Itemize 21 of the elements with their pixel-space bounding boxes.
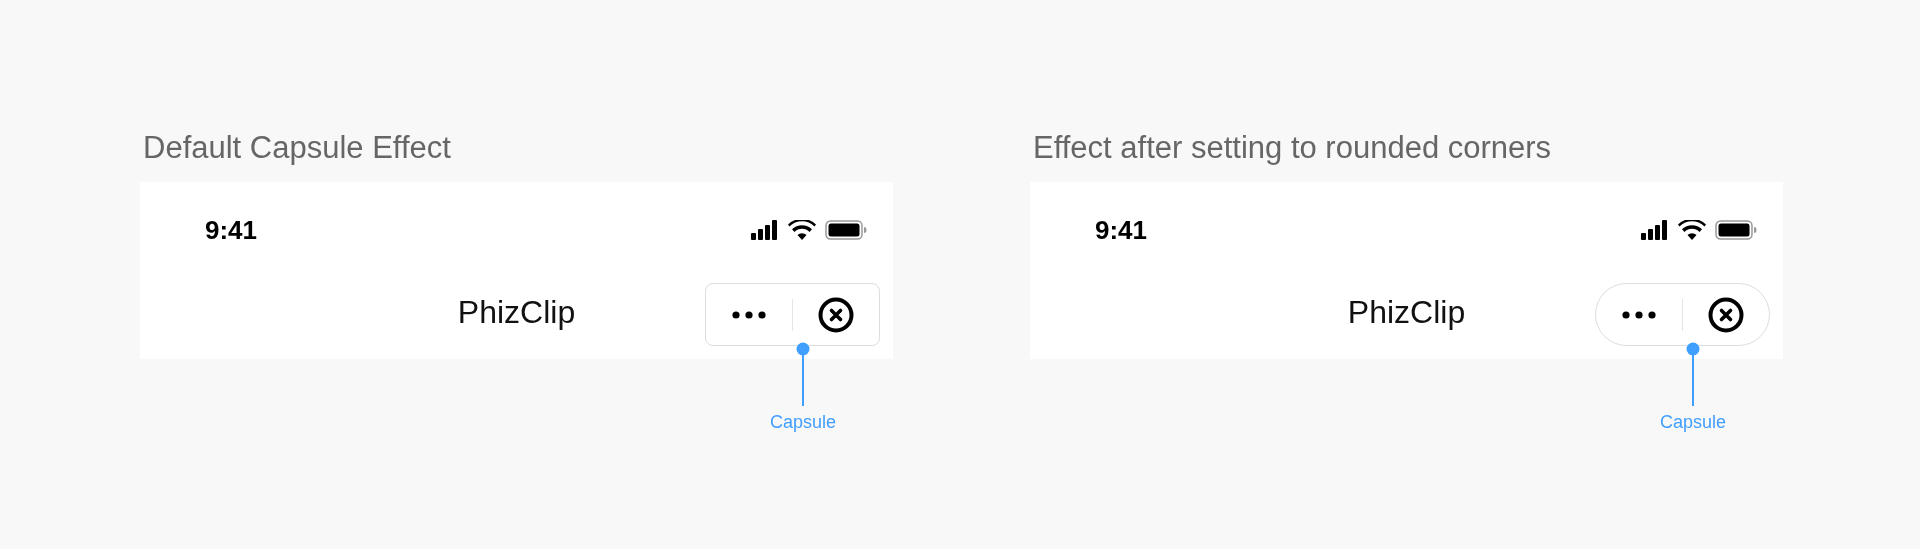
leader-line	[1686, 342, 1700, 406]
battery-icon	[825, 220, 867, 240]
page-title: PhizClip	[457, 294, 576, 331]
leader-line	[796, 342, 810, 406]
caption: Default Capsule Effect	[143, 129, 451, 167]
annotation-label: Capsule	[1660, 412, 1727, 433]
close-icon[interactable]	[818, 296, 854, 333]
more-icon[interactable]	[1622, 310, 1656, 319]
signal-icon	[751, 220, 779, 240]
status-time: 9:41	[1095, 214, 1148, 246]
close-icon[interactable]	[1708, 296, 1744, 333]
capsule-button[interactable]	[705, 283, 880, 346]
annotation-label: Capsule	[770, 412, 837, 433]
wifi-icon	[1678, 220, 1706, 240]
more-icon[interactable]	[732, 310, 766, 319]
caption: Effect after setting to rounded corners	[1033, 129, 1552, 167]
signal-icon	[1641, 220, 1669, 240]
page-title: PhizClip	[1347, 294, 1466, 331]
battery-icon	[1715, 220, 1757, 240]
status-time: 9:41	[205, 214, 258, 246]
wifi-icon	[788, 220, 816, 240]
